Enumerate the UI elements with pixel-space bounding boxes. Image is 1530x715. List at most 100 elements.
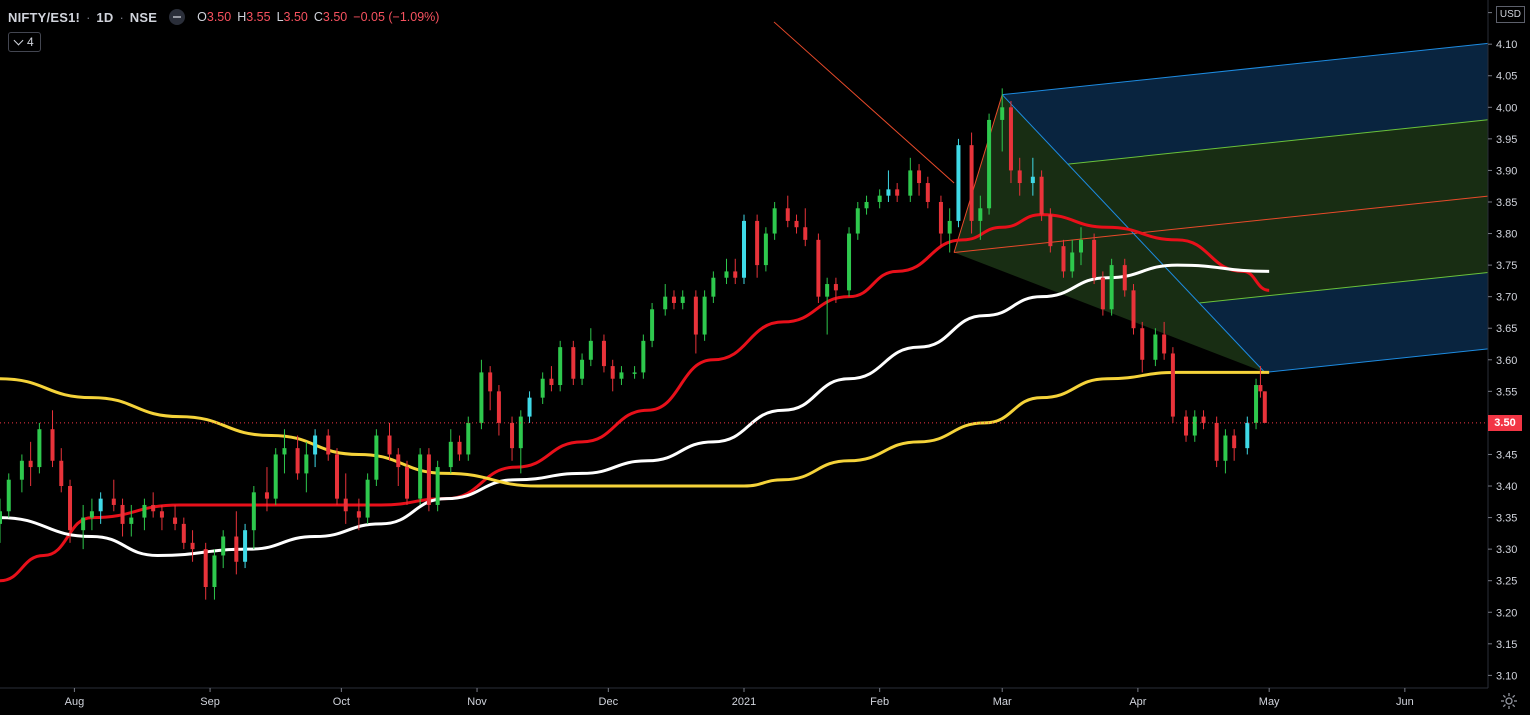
gear-icon[interactable] (1500, 692, 1518, 710)
candle-body (1131, 290, 1136, 329)
candle-down (1262, 391, 1267, 423)
candle-up (418, 448, 423, 505)
candle-body (785, 208, 790, 221)
candle-body (1245, 422, 1250, 449)
candle-body (264, 492, 269, 499)
candle-body (956, 145, 961, 221)
y-tick-label: 3.25 (1496, 576, 1517, 588)
candle-body (0, 511, 2, 524)
candle-body (1048, 214, 1053, 247)
candle-body (925, 183, 930, 202)
candle-body (1223, 435, 1228, 461)
candle-down (1048, 208, 1053, 253)
candle-body (295, 448, 300, 474)
candle-up (273, 448, 278, 505)
interval-label[interactable]: 1D (96, 10, 113, 25)
candle-body (540, 378, 545, 398)
symbol-label[interactable]: NIFTY/ES1! (8, 10, 80, 25)
candle-down (1201, 410, 1206, 430)
candle-down (496, 385, 501, 436)
candle-up (1223, 429, 1228, 474)
high-value: 3.55 (246, 10, 271, 24)
candle-down (387, 422, 392, 461)
time-axis[interactable]: Aug Sep Oct Nov Dec 2021 Feb Mar Apr May Jun (65, 688, 1414, 708)
candle-body (365, 479, 370, 518)
candle-up (632, 366, 637, 379)
candle-body (588, 340, 593, 360)
candle-body (203, 549, 208, 588)
low-key: L (276, 10, 284, 24)
candle-body (527, 397, 532, 417)
candle-body (129, 517, 134, 524)
candle-down (151, 492, 156, 518)
hide-series-icon[interactable] (169, 9, 186, 25)
candle-down (159, 504, 164, 531)
candle-body (37, 429, 42, 468)
candle-body (334, 454, 339, 499)
candle-up (886, 170, 891, 202)
candle-body (120, 504, 125, 524)
candle-body (313, 435, 318, 455)
candle-up (947, 208, 952, 253)
close-value: 3.50 (322, 10, 348, 24)
candle-up (518, 410, 523, 474)
candle-body (1100, 277, 1105, 310)
low-value: 3.50 (283, 10, 308, 24)
separator-dot: · (119, 9, 124, 25)
candle-down (969, 132, 974, 234)
candle-body (1162, 334, 1167, 354)
candle-body (251, 492, 256, 531)
candle-body (142, 504, 147, 518)
candle-body (19, 460, 24, 480)
candle-body (825, 284, 830, 297)
candle-up (1153, 328, 1158, 367)
candle-down (426, 448, 431, 512)
candle-body (396, 454, 401, 468)
close-key: C (313, 10, 323, 24)
candle-body (466, 422, 471, 455)
candle-body (496, 391, 501, 423)
candle-down (1170, 347, 1175, 423)
candle-body (356, 511, 361, 518)
currency-button[interactable]: USD (1495, 6, 1525, 23)
candle-down (457, 435, 462, 461)
chevron-down-icon (13, 35, 24, 46)
candle-body (1109, 265, 1114, 310)
y-tick-label: 3.75 (1496, 260, 1517, 272)
indicators-toggle-button[interactable]: 4 (8, 32, 41, 52)
candle-down (59, 448, 64, 493)
candle-body (50, 429, 55, 461)
candle-body (763, 233, 768, 266)
candle-up (142, 498, 147, 531)
candle-body (282, 448, 287, 455)
candle-down (396, 448, 401, 487)
candle-up (6, 473, 11, 518)
price-axis[interactable]: 4.154.104.054.003.953.903.853.803.753.70… (1488, 8, 1517, 683)
candle-down (334, 448, 339, 505)
candle-body (510, 422, 515, 449)
candle-down (1232, 429, 1237, 461)
candle-up (540, 372, 545, 404)
candle-body (435, 467, 440, 505)
candle-body (969, 145, 974, 221)
candle-up (619, 366, 624, 386)
x-tick-label: Nov (467, 696, 487, 708)
x-tick-label: Aug (65, 696, 85, 708)
candle-body (6, 479, 11, 512)
candle-body (580, 359, 585, 379)
candle-body (571, 347, 576, 379)
y-tick-label: 3.40 (1496, 481, 1517, 493)
candle-body (549, 378, 554, 386)
x-tick-label: Mar (993, 696, 1012, 708)
chart-area[interactable]: 4.154.104.054.003.953.903.853.803.753.70… (0, 0, 1530, 715)
candle-down (938, 195, 943, 247)
candle-up (304, 441, 309, 493)
candle-body (610, 366, 615, 379)
candle-down (295, 435, 300, 480)
candle-body (755, 220, 760, 266)
candle-body (212, 555, 217, 588)
candle-body (733, 271, 738, 278)
candle-body (374, 435, 379, 480)
trend-line (773, 21, 955, 184)
candle-down (785, 195, 790, 228)
